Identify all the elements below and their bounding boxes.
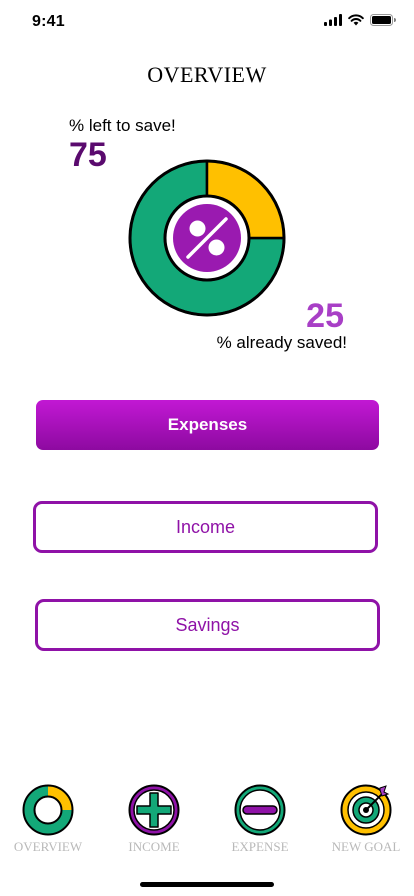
status-icons <box>324 14 396 26</box>
tab-expense[interactable]: EXPENSE <box>215 784 305 855</box>
savings-button[interactable]: Savings <box>35 599 380 651</box>
already-saved-label: % already saved! <box>216 333 347 352</box>
status-time: 9:41 <box>32 13 65 30</box>
income-button[interactable]: Income <box>33 501 378 553</box>
wifi-icon <box>348 14 364 26</box>
tab-overview-label: OVERVIEW <box>13 839 83 854</box>
percent-icon <box>173 204 241 272</box>
tab-expense-label: EXPENSE <box>231 839 289 854</box>
already-saved-value: 25 <box>306 297 344 335</box>
target-icon <box>340 784 392 836</box>
battery-icon <box>370 14 396 26</box>
tab-overview[interactable]: OVERVIEW <box>3 784 93 855</box>
page-title: OVERVIEW <box>147 62 267 87</box>
status-bar: 9:41 <box>0 0 414 44</box>
left-to-save-label: % left to save! <box>69 116 176 135</box>
signal-icon <box>324 14 342 26</box>
tab-income[interactable]: INCOME <box>109 784 199 855</box>
tab-new-goal[interactable]: NEW GOAL <box>321 784 411 855</box>
tab-new-goal-label: NEW GOAL <box>331 839 401 854</box>
savings-donut-chart <box>128 159 286 317</box>
expenses-button[interactable]: Expenses <box>36 400 379 450</box>
tab-income-label: INCOME <box>128 839 180 854</box>
donut-icon <box>22 784 74 836</box>
minus-circle-icon <box>234 784 286 836</box>
left-to-save-value: 75 <box>69 136 107 174</box>
home-indicator <box>140 882 274 887</box>
plus-circle-icon <box>128 784 180 836</box>
